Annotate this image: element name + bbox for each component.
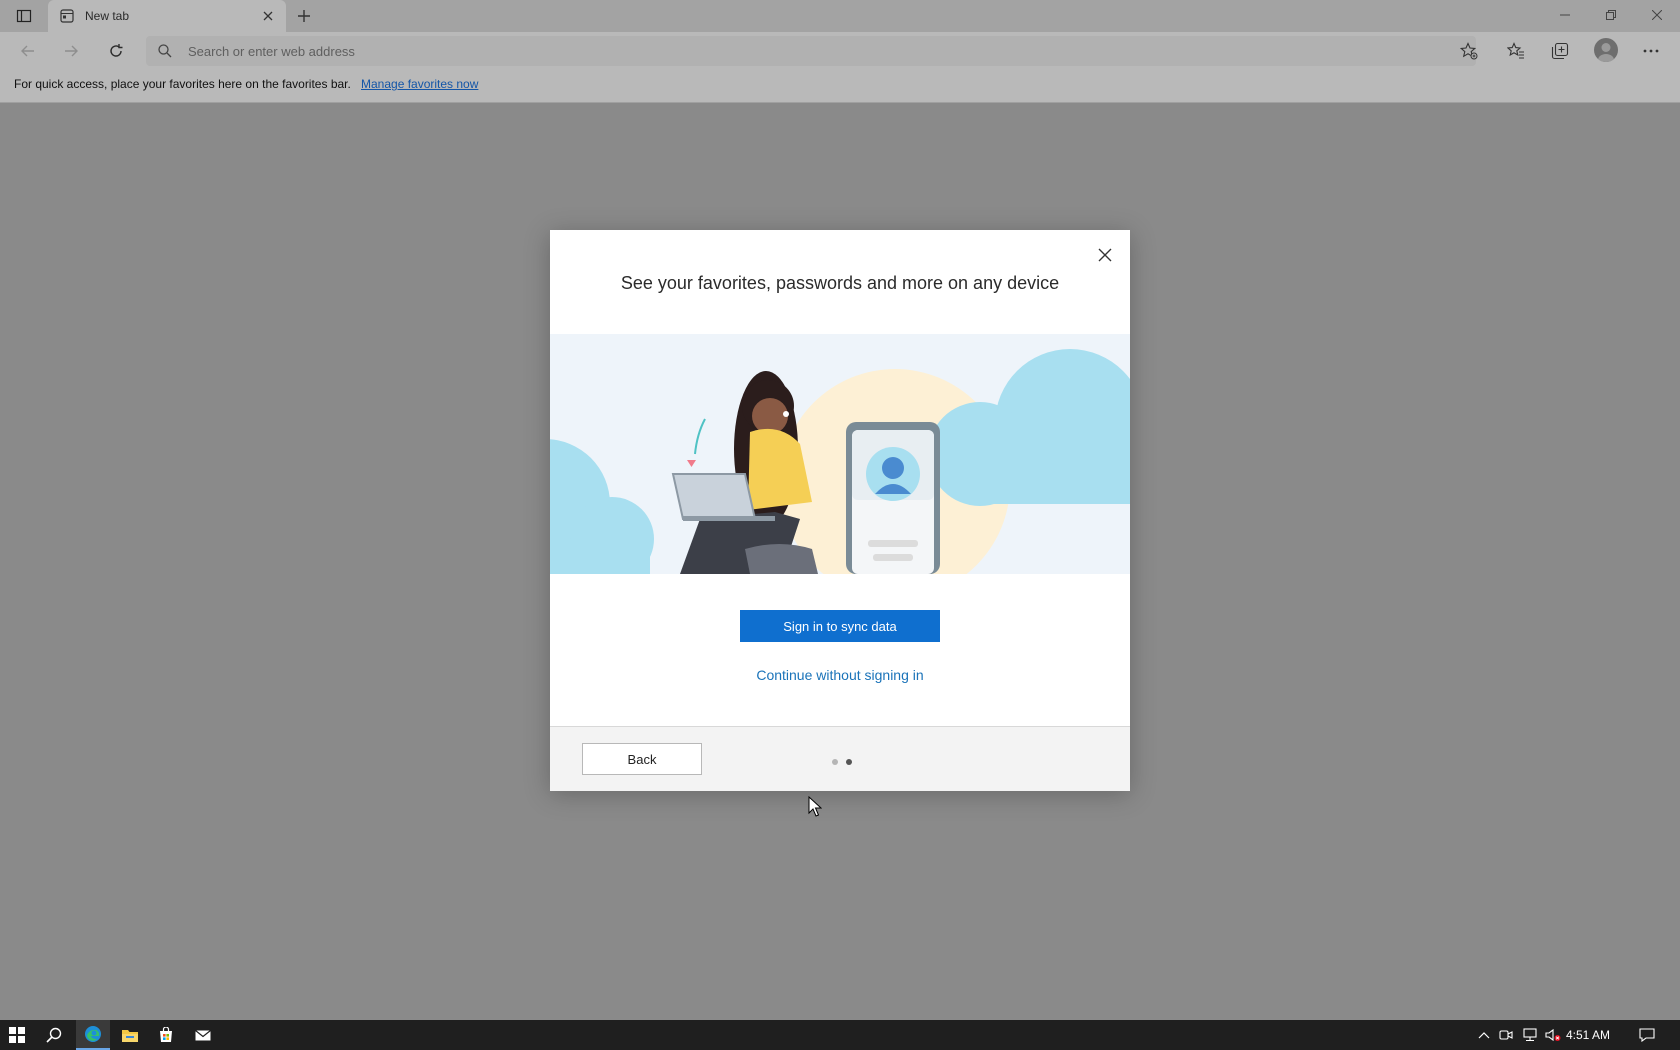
favorites-bar: For quick access, place your favorites h… [0,70,1680,103]
taskbar-edge-button[interactable] [76,1020,110,1050]
new-tab-favicon-icon [59,8,75,24]
minimize-button[interactable] [1542,0,1588,30]
tray-volume[interactable] [1543,1020,1563,1050]
sign-in-sync-button[interactable]: Sign in to sync data [740,610,940,642]
mail-icon [195,1030,211,1041]
collections-button[interactable] [1546,37,1574,65]
restore-icon [1606,10,1616,20]
page-dot-1 [832,759,838,765]
network-icon [1523,1028,1537,1042]
tray-meet-now[interactable] [1496,1020,1516,1050]
taskbar-file-explorer-button[interactable] [113,1020,147,1050]
close-icon [1098,248,1112,262]
back-nav-button[interactable] [14,37,42,65]
favorites-bar-message: For quick access, place your favorites h… [14,77,351,91]
volume-muted-icon [1545,1028,1561,1042]
sync-illustration [550,334,1130,574]
tray-network[interactable] [1519,1020,1541,1050]
start-button[interactable] [0,1020,34,1050]
refresh-button[interactable] [102,37,130,65]
page-indicator [832,759,852,765]
mouse-cursor-icon [808,796,822,817]
collections-icon [1551,42,1569,60]
show-hidden-icons-button[interactable] [1474,1020,1494,1050]
file-explorer-icon [122,1030,138,1042]
tab-actions-menu[interactable] [8,4,40,28]
dialog-title: See your favorites, passwords and more o… [620,273,1060,293]
camera-icon [1499,1030,1513,1040]
taskbar-clock[interactable]: 4:51 AM [1566,1028,1610,1042]
more-options-button[interactable] [1637,37,1665,65]
address-placeholder: Search or enter web address [188,44,355,59]
taskbar: 4:51 AM [0,1020,1680,1050]
taskbar-mail-button[interactable] [186,1020,220,1050]
minimize-icon [1560,14,1570,16]
dialog-footer: Back [550,726,1130,791]
close-tab-icon[interactable] [258,6,278,26]
plus-icon [298,10,310,22]
notification-icon [1639,1028,1655,1042]
sync-dialog: See your favorites, passwords and more o… [550,230,1130,791]
close-icon [1652,10,1662,20]
add-favorite-icon [1460,42,1478,60]
search-icon [46,1027,62,1043]
taskbar-search-button[interactable] [37,1020,71,1050]
continue-without-signing-in-link[interactable]: Continue without signing in [550,667,1130,683]
forward-icon [65,45,78,57]
tab-strip: New tab [0,0,1680,32]
store-icon [160,1027,172,1042]
tab-title: New tab [85,9,130,23]
forward-nav-button[interactable] [57,37,85,65]
search-icon [158,44,172,58]
navigation-toolbar: Search or enter web address [0,32,1680,70]
action-center-button[interactable] [1636,1020,1658,1050]
profile-avatar[interactable] [1594,38,1618,62]
more-icon [1643,49,1659,53]
manage-favorites-link[interactable]: Manage favorites now [361,77,478,91]
chevron-up-icon [1478,1032,1490,1039]
refresh-icon [110,44,123,57]
address-bar[interactable]: Search or enter web address [146,36,1476,66]
page-dot-2 [846,759,852,765]
taskbar-store-button[interactable] [149,1020,183,1050]
back-icon [21,45,34,57]
start-icon [9,1027,25,1043]
favorites-icon [1507,42,1524,59]
dialog-close-button[interactable] [1092,242,1118,268]
tab-new-tab[interactable]: New tab [48,0,286,32]
restore-button[interactable] [1588,0,1634,30]
new-tab-button[interactable] [293,5,315,27]
close-window-button[interactable] [1634,0,1680,30]
profile-icon [1598,43,1614,62]
tab-actions-icon [16,9,32,23]
add-favorite-button[interactable] [1455,37,1483,65]
edge-icon [85,1026,101,1042]
favorites-button[interactable] [1502,37,1530,65]
back-button[interactable]: Back [582,743,702,775]
